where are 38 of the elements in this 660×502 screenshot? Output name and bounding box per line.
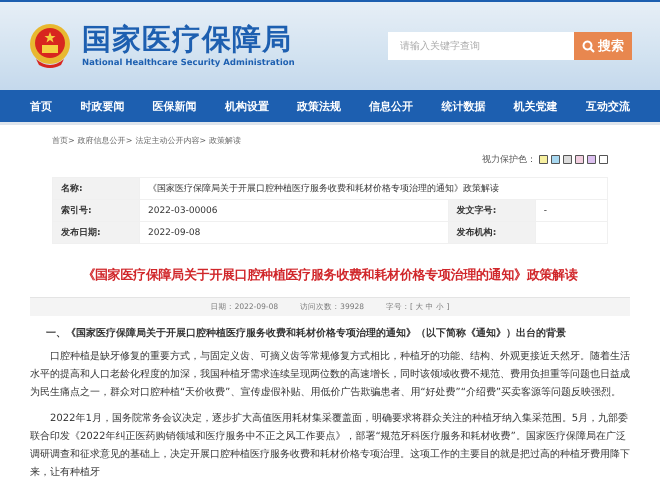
breadcrumb-link[interactable]: 法定主动公开内容> — [135, 135, 206, 146]
nav-link[interactable]: 信息公开 — [369, 98, 414, 114]
field-label: 发文字号: — [448, 200, 536, 222]
eye-care-label: 视力保护色： — [482, 154, 536, 166]
field-label: 索引号: — [52, 200, 140, 222]
site-title: 国家医疗保障局 — [82, 24, 293, 54]
nav-link[interactable]: 时政要闻 — [80, 98, 124, 114]
body-paragraph: 2022年1月，国务院常务会议决定，逐步扩大高值医用耗材集采覆盖面，明确要求将群众关注的种植牙纳入集采范围。5月，九部委联合印发《2022年纠正医药购销领域和医疗服务中不正之风工作要点》，部署“规范牙科医疗服务和耗材收费”。国家医疗保障局在广泛调研调查和征求意见的基础上，决定开展口腔种植医疗服务收费和耗材价格专项治理。这项工作的主要目的就是把过高的种植牙费用降下来，让有种植牙 — [30, 412, 630, 480]
nav-link[interactable]: 机构设置 — [224, 98, 269, 114]
breadcrumb-link[interactable]: 首页> — [52, 135, 75, 146]
search-field[interactable]: 请输入关键字查询 — [388, 32, 574, 60]
breadcrumb-link[interactable]: 政府信息公开> — [78, 135, 132, 146]
search-icon — [582, 40, 595, 52]
article-title: 《国家医疗保障局关于开展口腔种植医疗服务收费和耗材价格专项治理的通知》政策解读 — [81, 266, 579, 284]
field-value: 2022-09-08 — [140, 222, 448, 244]
field-value: 《国家医疗保障局关于开展口腔种植医疗服务收费和耗材价格专项治理的通知》政策解读 — [140, 178, 608, 200]
field-label: 名称: — [52, 178, 140, 200]
body-paragraph: 口腔种植是缺牙修复的重要方式，与固定义齿、可摘义齿等常规修复方式相比，种植牙的功能、结构、外观更接近天然牙。随着生活水平的提高和人口老龄化程度的加深，我国种植牙需求连续呈现两位数的高速增长，同时该领域收费不规范、费用负担重等问题也日益成为民生痛点之一，群众对口腔种植“天价收费”、宣传虚假补贴、用低价广告欺骗患者、用“好处费”“介绍费”买卖客源等问题反映强烈。 — [30, 350, 630, 400]
field-value: 2022-03-00006 — [140, 200, 448, 222]
nav-link[interactable]: 首页 — [30, 98, 52, 114]
nav-link[interactable]: 互动交流 — [586, 98, 630, 114]
nav-link[interactable]: 机关党建 — [514, 98, 558, 114]
emblem-drawing — [28, 23, 72, 69]
color-swatch[interactable] — [563, 155, 572, 164]
section-heading: 一、《国家医疗保障局关于开展口腔种植医疗服务收费和耗材价格专项治理的通知》（以下简称《通知》）出台的背景 — [45, 326, 567, 340]
nav-link[interactable]: 医保新闻 — [152, 98, 197, 114]
color-swatch[interactable] — [539, 155, 548, 164]
color-swatch[interactable] — [575, 155, 584, 164]
nav-link[interactable]: 统计数据 — [441, 98, 486, 114]
breadcrumb-link[interactable]: 政策解读 — [209, 135, 242, 146]
site-subtitle: National Healthcare Security Administration — [82, 58, 295, 68]
color-swatch[interactable] — [599, 155, 608, 164]
field-value: - — [535, 200, 608, 222]
nav-link[interactable]: 政策法规 — [296, 98, 341, 114]
color-swatch[interactable] — [551, 155, 560, 164]
field-label: 发布日期: — [52, 222, 140, 244]
field-label: 发布机构: — [448, 222, 536, 244]
color-swatch[interactable] — [587, 155, 596, 164]
